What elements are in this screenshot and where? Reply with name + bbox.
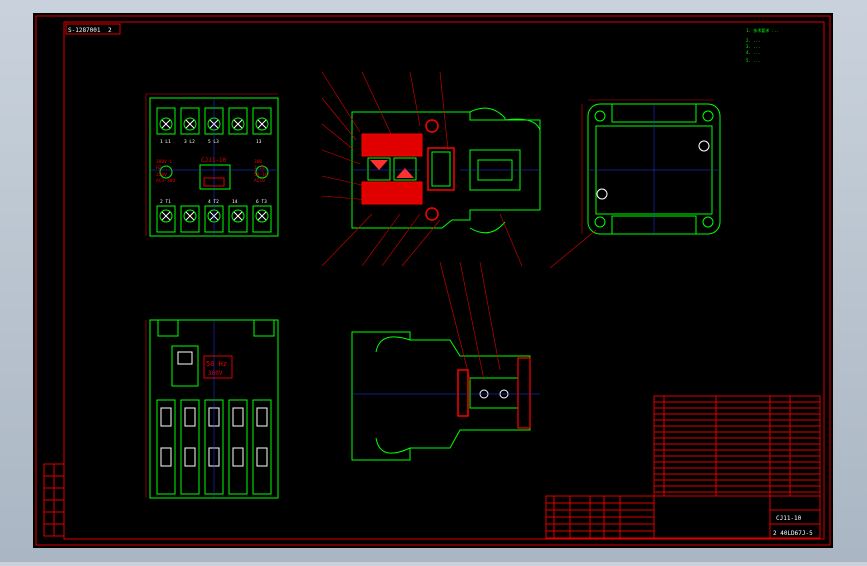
coil-upper [361, 133, 423, 157]
svg-text:2 40LD67J-5: 2 40LD67J-5 [773, 530, 813, 537]
svg-text:3 L2: 3 L2 [184, 139, 195, 145]
coil-lower [361, 181, 423, 205]
svg-text:AC10: AC10 [254, 178, 265, 184]
svg-text:5. ...: 5. ... [746, 58, 760, 63]
svg-text:HZ: HZ [156, 165, 162, 171]
svg-text:AC3-380: AC3-380 [156, 178, 175, 184]
svg-text:2 T1: 2 T1 [160, 199, 171, 205]
svg-text:380V: 380V [208, 370, 223, 377]
svg-text:2: 2 [108, 27, 112, 34]
svg-text:1 10: 1 10 [254, 165, 265, 171]
svg-text:4. ...: 4. ... [746, 50, 760, 55]
svg-text:CJ11-10: CJ11-10 [776, 515, 802, 522]
svg-text:14: 14 [232, 199, 238, 205]
cad-viewport[interactable]: S-1287001 2 1. 技术要求 ... 2. ... 3. ... 4.… [0, 0, 867, 562]
svg-text:1 L1: 1 L1 [160, 139, 171, 145]
svg-text:2. ...: 2. ... [746, 38, 760, 43]
svg-text:380: 380 [254, 159, 262, 165]
svg-text:3. ...: 3. ... [746, 44, 760, 49]
svg-text:50 Hz: 50 Hz [206, 360, 227, 368]
svg-text:6 T3: 6 T3 [256, 199, 267, 205]
svg-text:380V-L: 380V-L [156, 159, 173, 165]
svg-text:1. 技术要求 ...: 1. 技术要求 ... [746, 27, 779, 33]
svg-text:13: 13 [256, 139, 262, 145]
svg-text:50-10: 50-10 [254, 172, 268, 178]
cad-drawing: S-1287001 2 1. 技术要求 ... 2. ... 3. ... 4.… [33, 13, 833, 548]
svg-text:220V: 220V [156, 172, 167, 178]
svg-text:S-1287001: S-1287001 [68, 27, 101, 34]
svg-text:4 T2: 4 T2 [208, 199, 219, 205]
svg-text:CJ11-10: CJ11-10 [201, 157, 227, 164]
svg-text:5 L3: 5 L3 [208, 139, 219, 145]
